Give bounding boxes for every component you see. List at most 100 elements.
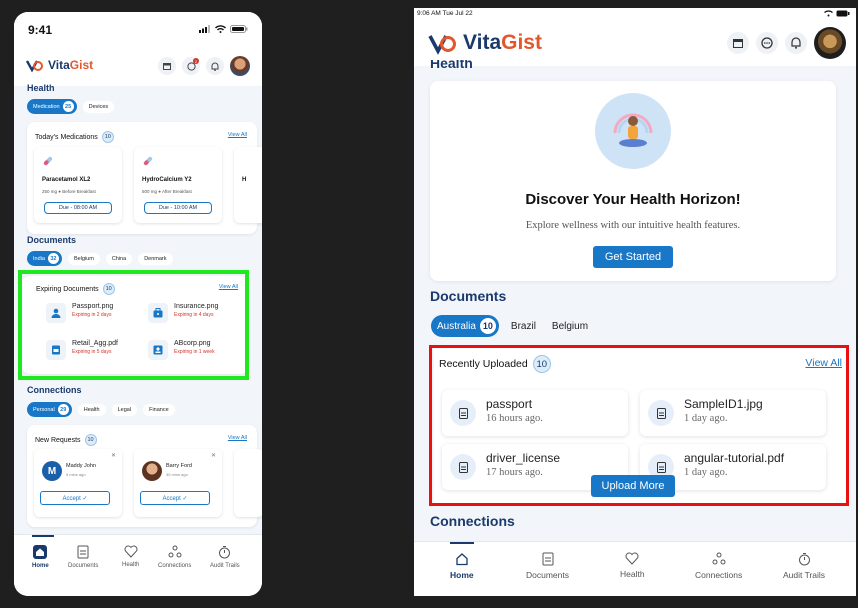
- nav-health[interactable]: Health: [122, 545, 139, 568]
- medication-dose: 250 mg ● Before Breakfast: [42, 189, 96, 194]
- id-card-icon: [148, 340, 168, 360]
- hero-title: Discover Your Health Horizon!: [525, 191, 741, 208]
- phone-bottom-nav: Home Documents Health Connections Audit …: [14, 534, 262, 596]
- get-started-button[interactable]: Get Started: [593, 246, 673, 268]
- chip-legal[interactable]: Legal: [111, 403, 138, 416]
- upload-more-button[interactable]: Upload More: [591, 475, 675, 497]
- meditation-illustration-icon: [613, 113, 653, 147]
- chip-australia[interactable]: Australia 10: [431, 315, 499, 337]
- bell-icon[interactable]: [785, 32, 807, 54]
- chip-devices[interactable]: Devices: [82, 100, 115, 113]
- accept-button[interactable]: Accept ✓: [140, 491, 210, 505]
- due-button[interactable]: Due - 10:00 AM: [144, 202, 212, 214]
- nav-audit-trails[interactable]: Audit Trails: [210, 545, 240, 569]
- nav-documents[interactable]: Documents: [526, 552, 569, 580]
- documents-section-title: Documents: [27, 235, 77, 245]
- uploaded-file-card[interactable]: passport 16 hours ago.: [442, 390, 628, 436]
- new-requests-title: New Requests 10: [35, 434, 97, 446]
- connections-icon: [712, 552, 726, 565]
- recently-uploaded-title: Recently Uploaded 10: [439, 355, 551, 373]
- notification-badge: 2: [193, 58, 199, 64]
- app-logo[interactable]: VitaGist: [428, 31, 542, 55]
- chat-icon[interactable]: 2: [182, 57, 200, 75]
- avatar[interactable]: [814, 27, 846, 59]
- wifi-icon: [824, 10, 833, 17]
- close-icon[interactable]: ✕: [211, 452, 216, 459]
- tablet-app-header: VitaGist: [414, 22, 856, 66]
- logo-text-vita: Vita: [48, 58, 70, 72]
- briefcase-icon: [148, 303, 168, 323]
- request-card: ✕ M Maddy John 5 mins ago Accept ✓: [34, 449, 122, 517]
- expiring-document-item[interactable]: Passport.png Expiring in 2 days: [46, 303, 113, 323]
- document-icon: [648, 400, 674, 426]
- view-all-recent-link[interactable]: View All: [805, 357, 842, 369]
- medication-card-partial[interactable]: H: [234, 147, 262, 223]
- due-button[interactable]: Due - 08:00 AM: [44, 202, 112, 214]
- tablet-bottom-nav: Home Documents Health Connections Audit …: [414, 541, 856, 596]
- chat-icon[interactable]: [756, 32, 778, 54]
- meditation-illustration: [595, 93, 671, 169]
- uploaded-file-card[interactable]: SampleID1.jpg 1 day ago.: [640, 390, 826, 436]
- chip-medication[interactable]: Medication 25: [27, 99, 77, 114]
- view-all-expiring-link[interactable]: View All: [219, 284, 238, 290]
- chip-brazil[interactable]: Brazil: [507, 317, 540, 336]
- documents-section-title: Documents: [430, 288, 507, 304]
- avatar[interactable]: [230, 56, 250, 76]
- phone-status-bar: 9:41: [14, 12, 262, 46]
- nav-health[interactable]: Health: [620, 552, 645, 579]
- nav-home[interactable]: Home: [32, 545, 49, 569]
- medication-card[interactable]: HydroCalcium Y2 500 mg ● After Breakfast…: [134, 147, 222, 223]
- medication-name: Paracetamol XL2: [42, 177, 91, 183]
- health-horizon-card: Discover Your Health Horizon! Explore we…: [430, 81, 836, 281]
- new-requests-card: New Requests 10 View All ✕ M Maddy John 5…: [27, 425, 262, 527]
- nav-connections[interactable]: Connections: [158, 545, 191, 569]
- document-icon: [46, 340, 66, 360]
- status-time: 9:41: [28, 23, 53, 37]
- nav-connections[interactable]: Connections: [695, 552, 742, 580]
- home-icon: [33, 545, 48, 559]
- expiring-document-item[interactable]: Retail_Agg.pdf Expiring in 5 days: [46, 340, 118, 360]
- hero-subtitle: Explore wellness with our intuitive heal…: [525, 220, 741, 231]
- avatar: [142, 461, 162, 481]
- bell-icon[interactable]: [206, 57, 224, 75]
- close-icon[interactable]: ✕: [111, 452, 116, 459]
- document-icon: [77, 545, 89, 559]
- nav-documents[interactable]: Documents: [68, 545, 98, 569]
- expiring-document-item[interactable]: ABcorp.png Expiring in 1 week: [148, 340, 215, 360]
- nav-audit-trails[interactable]: Audit Trails: [783, 552, 825, 580]
- recently-uploaded-card: Recently Uploaded 10 View All passport 1…: [434, 345, 846, 505]
- documents-filter-chips: India 32 Belgium China Denmark: [27, 251, 173, 266]
- logo-text-gist: Gist: [501, 31, 542, 54]
- view-all-medications-link[interactable]: View All: [228, 132, 247, 138]
- wifi-icon: [215, 25, 226, 33]
- chip-india[interactable]: India 32: [27, 251, 62, 266]
- calendar-icon[interactable]: [158, 57, 176, 75]
- connections-filter-chips: Personal 29 Health Legal Finance: [27, 402, 175, 417]
- chip-belgium[interactable]: Belgium: [67, 252, 100, 265]
- status-time: 9:06 AM Tue Jul 22: [417, 10, 473, 17]
- expiring-documents-card: Expiring Documents 10 View All Passport.p…: [22, 276, 248, 374]
- chip-belgium[interactable]: Belgium: [548, 317, 592, 336]
- calendar-icon[interactable]: [727, 32, 749, 54]
- app-logo[interactable]: VitaGist: [26, 58, 93, 72]
- accept-button[interactable]: Accept ✓: [40, 491, 110, 505]
- nav-home[interactable]: Home: [450, 552, 474, 580]
- chip-denmark[interactable]: Denmark: [138, 252, 173, 265]
- expiring-document-item[interactable]: Insurance.png Expiring in 4 days: [148, 303, 218, 323]
- expiring-documents-title: Expiring Documents 10: [36, 283, 115, 295]
- heart-icon: [625, 552, 639, 565]
- chip-health[interactable]: Health: [77, 403, 106, 416]
- health-section-title: Health: [27, 83, 55, 93]
- tablet-status-bar: 9:06 AM Tue Jul 22: [414, 8, 856, 22]
- chip-personal[interactable]: Personal 29: [27, 402, 72, 417]
- todays-medications-card: Today's Medications 10 View All Paracetam…: [27, 122, 262, 234]
- heart-icon: [124, 545, 138, 558]
- view-all-requests-link[interactable]: View All: [228, 435, 247, 441]
- health-heading-partial: Health: [430, 60, 473, 71]
- chip-china[interactable]: China: [105, 252, 133, 265]
- vitagist-logo-icon: [26, 60, 43, 72]
- medication-card[interactable]: Paracetamol XL2 250 mg ● Before Breakfas…: [34, 147, 122, 223]
- phone-screen: 9:41 VitaGist 2 Health Medication 25 Devi…: [14, 12, 262, 596]
- chip-finance[interactable]: Finance: [143, 403, 175, 416]
- connections-section-title: Connections: [430, 513, 515, 529]
